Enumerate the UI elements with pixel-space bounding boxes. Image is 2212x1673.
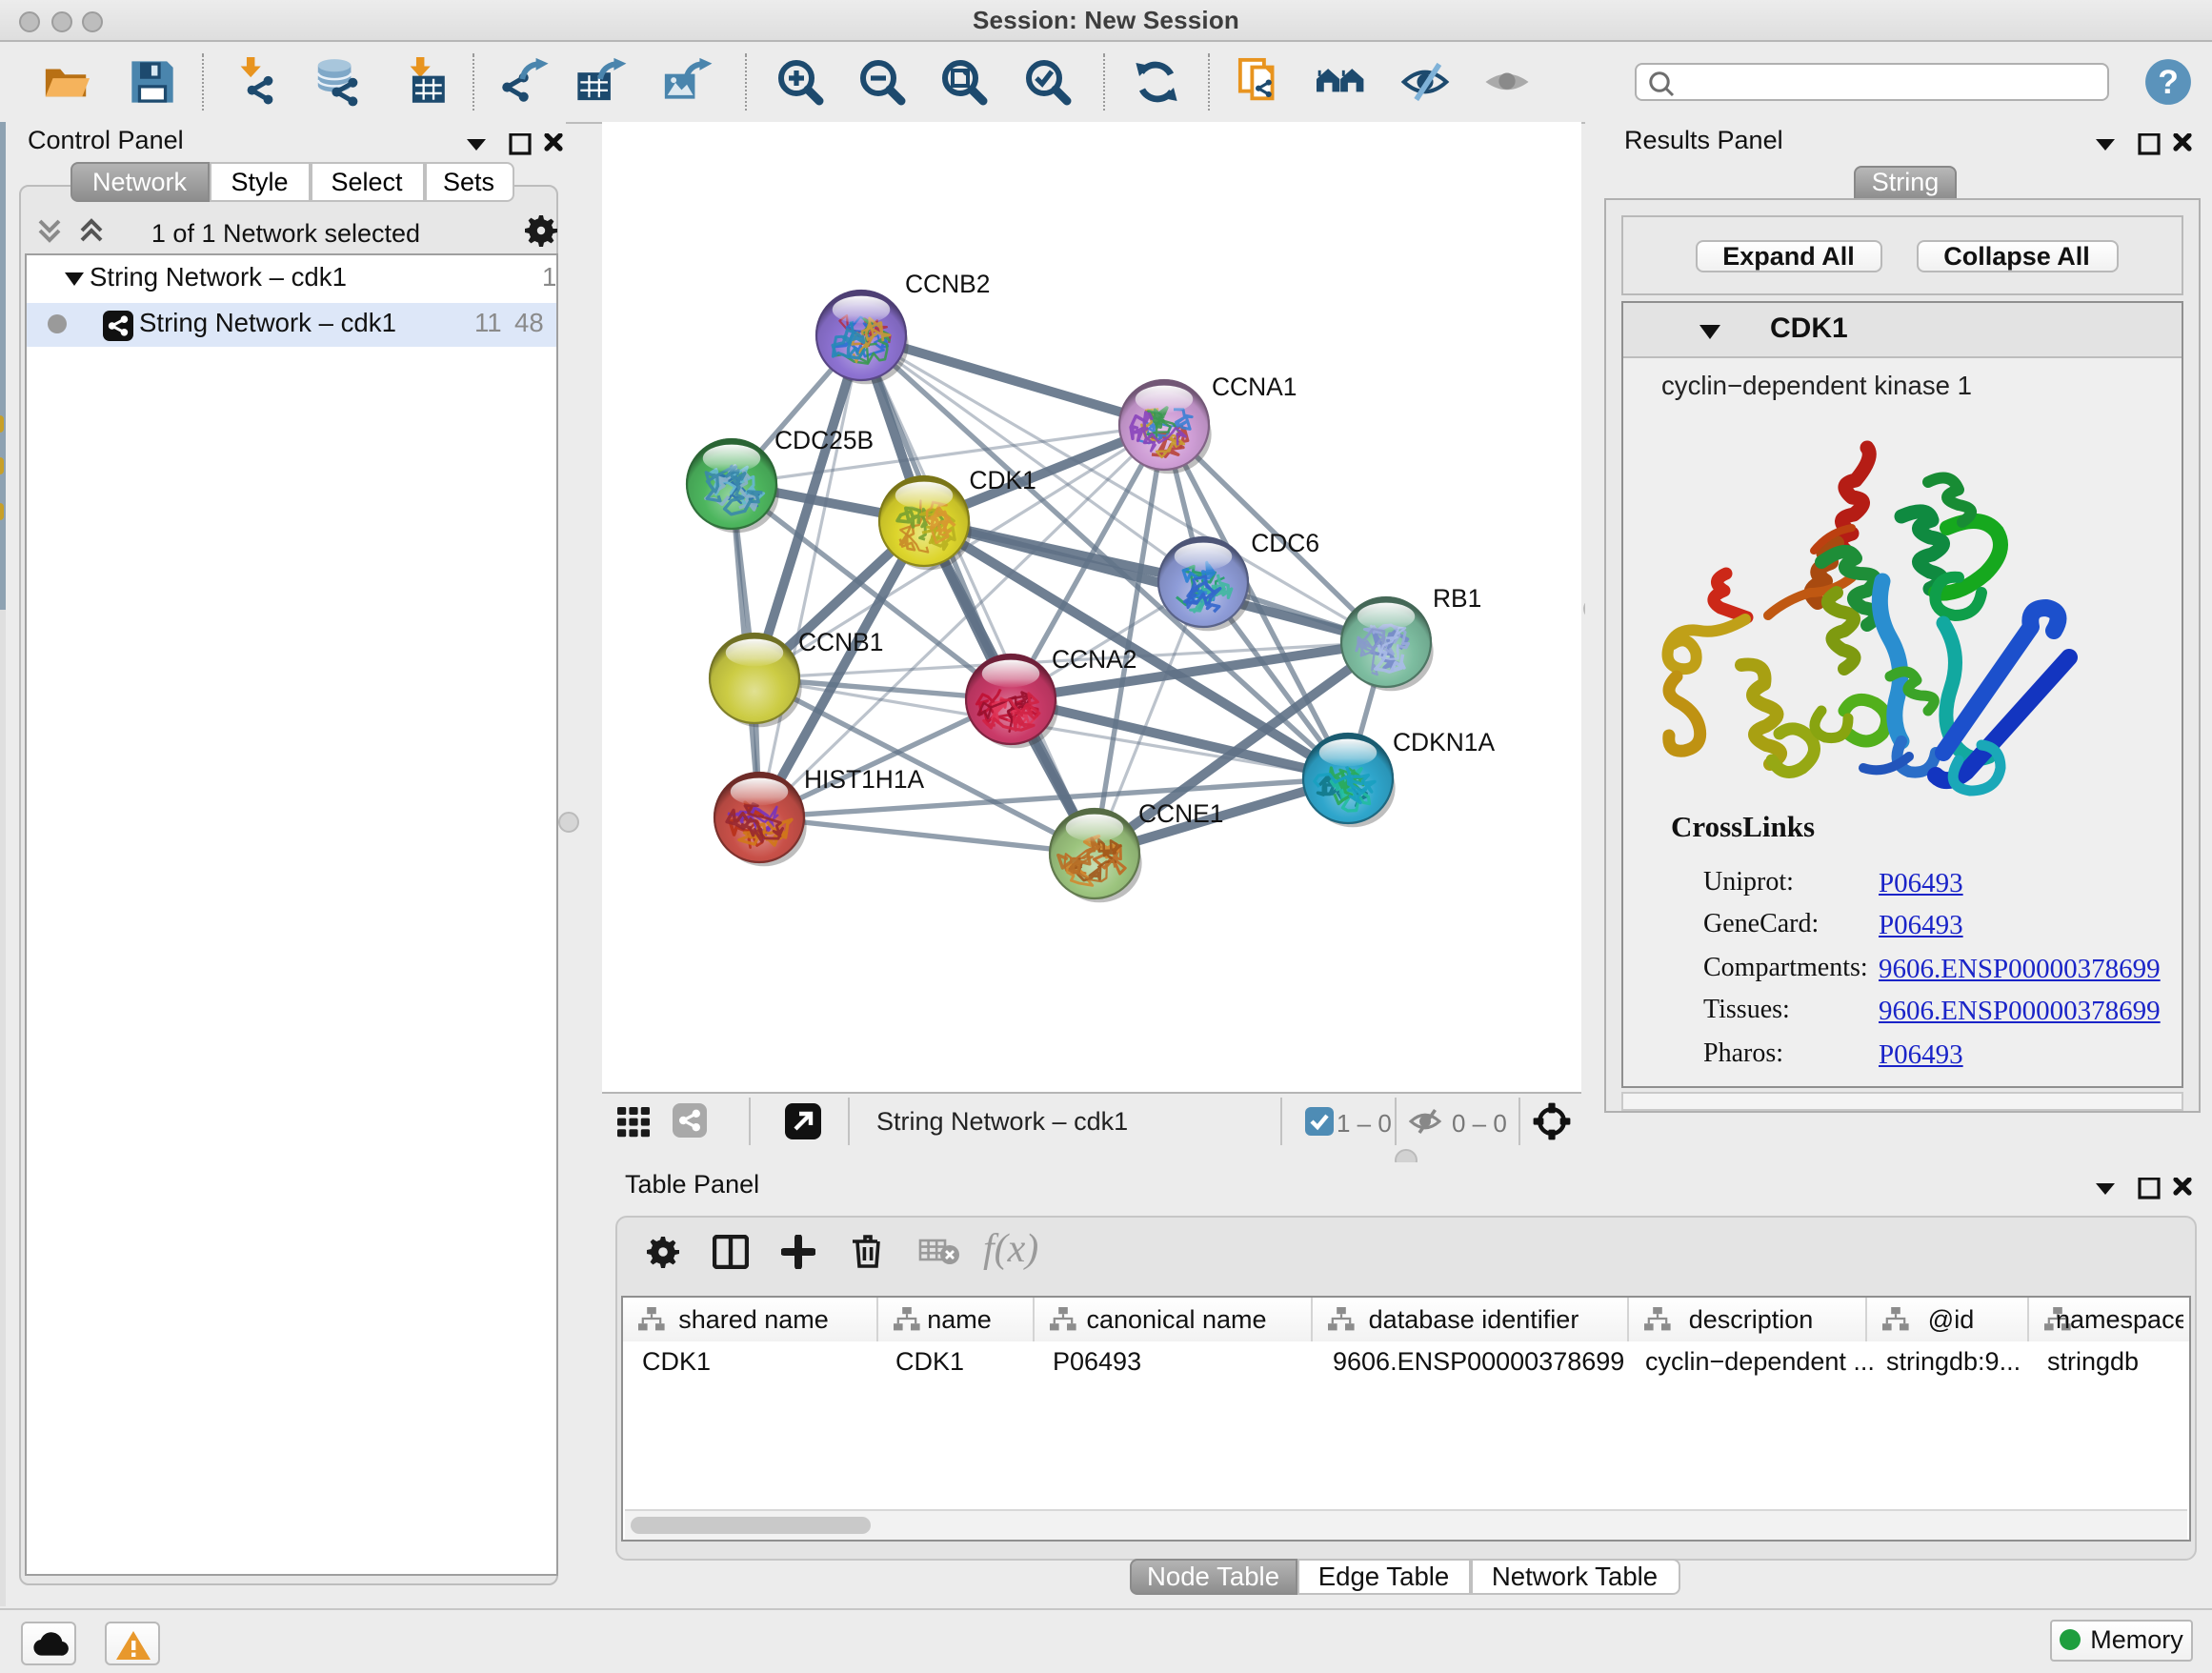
svg-text:HIST1H1A: HIST1H1A	[804, 765, 925, 794]
svg-text:CCNE1: CCNE1	[1138, 799, 1223, 828]
svg-text:CDKN1A: CDKN1A	[1393, 728, 1495, 756]
svg-text:CDK1: CDK1	[969, 466, 1036, 494]
svg-text:CDC25B: CDC25B	[774, 426, 874, 454]
svg-text:CCNA2: CCNA2	[1052, 645, 1136, 674]
svg-text:CDC6: CDC6	[1251, 529, 1319, 557]
svg-text:CCNA1: CCNA1	[1212, 373, 1297, 401]
svg-text:?: ?	[2158, 64, 2179, 101]
svg-text:RB1: RB1	[1433, 584, 1481, 613]
svg-text:CCNB1: CCNB1	[798, 628, 883, 656]
svg-text:CCNB2: CCNB2	[905, 270, 990, 298]
